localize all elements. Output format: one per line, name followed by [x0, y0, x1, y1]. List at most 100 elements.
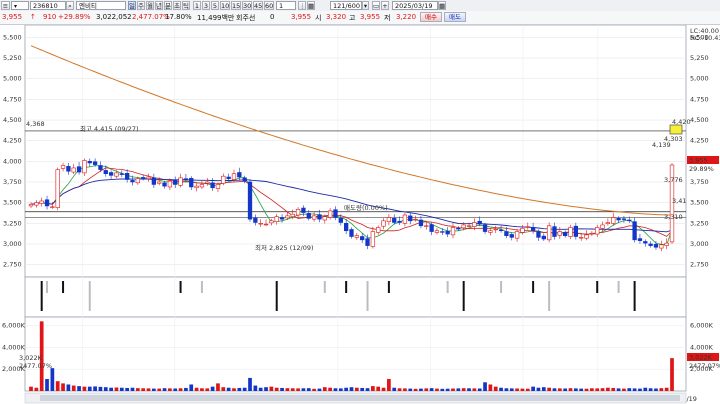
candle-body	[493, 228, 498, 231]
volume-bar	[168, 388, 172, 391]
buy-button[interactable]: 매수	[420, 12, 442, 22]
sell-button[interactable]: 매도	[444, 12, 466, 22]
price-tick-left: 3,750	[3, 178, 22, 186]
candle-body	[263, 223, 269, 226]
volume-bar	[638, 388, 642, 391]
candle-body	[472, 222, 477, 227]
options-icon[interactable]: ⋮	[298, 1, 306, 10]
price-tick-left: 5,250	[3, 54, 22, 62]
candle-body	[162, 182, 167, 187]
signal-bar	[179, 281, 182, 293]
volume-bar	[451, 388, 455, 391]
volume-bar	[499, 387, 503, 391]
tab-second[interactable]: 초	[173, 1, 181, 10]
signal-bar	[40, 281, 43, 311]
calendar-icon[interactable]: ▦	[438, 1, 446, 10]
signal-bar	[500, 281, 503, 293]
interval-5[interactable]: 5	[211, 1, 219, 10]
price-axis-left: 5,500 5,250 5,000 4,750 4,500 4,250 4,000 3,750…	[3, 33, 22, 268]
candle-body	[370, 231, 376, 247]
zoom-icon[interactable]: ▭	[372, 1, 380, 10]
candle-body	[226, 176, 231, 179]
candle-body	[621, 218, 627, 220]
candle-body	[498, 229, 504, 232]
volume-bar	[285, 388, 290, 391]
volume-bar	[563, 388, 568, 391]
candle-body	[408, 215, 413, 222]
volume-bar	[322, 387, 327, 391]
volume-bar	[146, 388, 151, 391]
signal-bar	[366, 281, 369, 311]
stock-code-input[interactable]: 236810	[30, 1, 66, 10]
candle-body	[55, 169, 60, 208]
display-icon[interactable]: ▦	[307, 1, 315, 10]
signal-bar	[200, 281, 203, 293]
search-icon[interactable]: ⌕	[66, 1, 74, 10]
candle-body	[648, 243, 653, 246]
candle-body	[381, 220, 386, 227]
volume-value: 3,022,052	[96, 13, 132, 21]
interval-custom-input[interactable]: 1	[276, 1, 296, 10]
volume-bar	[659, 388, 664, 391]
volume-bar	[627, 388, 632, 391]
volume-bar	[515, 388, 519, 391]
tab-minute[interactable]: 분	[164, 1, 172, 10]
count-spin-icon[interactable]: ▾	[362, 1, 369, 10]
candle-body	[424, 225, 429, 227]
interval-3[interactable]: 3	[202, 1, 210, 10]
volume-bar	[269, 386, 274, 391]
stock-chart[interactable]: 5,500 5,250 5,000 4,750 4,500 4,250 4,000 3,750…	[0, 25, 720, 404]
tab-month[interactable]: 월	[146, 1, 154, 10]
tab-week[interactable]: 주	[137, 1, 145, 10]
candle-body	[290, 213, 295, 217]
signal-bar	[548, 281, 551, 311]
interval-30[interactable]: 30	[242, 1, 252, 10]
price-tick-left: 3,000	[3, 240, 22, 248]
candle-body	[344, 222, 349, 232]
interval-1[interactable]: 1	[193, 1, 201, 10]
volume-bar	[371, 386, 375, 391]
date-field[interactable]: 2025/03/19	[392, 1, 438, 10]
current-price: 3,955	[2, 13, 23, 21]
tab-day[interactable]: 일	[128, 1, 136, 10]
scrollbar-thumb[interactable]	[40, 395, 680, 401]
candle-body	[167, 180, 173, 188]
volume-bar	[354, 387, 359, 391]
highlight-marker[interactable]	[669, 124, 683, 135]
menu-icon[interactable]: ≡	[1, 1, 10, 10]
candle-body	[50, 206, 55, 208]
market-select[interactable]: ▾	[11, 1, 29, 10]
candle-body	[247, 181, 253, 220]
volume-bar	[93, 386, 97, 391]
data-count-field[interactable]: 121/600	[330, 1, 362, 10]
volume-bar	[648, 388, 653, 391]
interval-45[interactable]: 45	[253, 1, 263, 10]
volume-bar	[493, 386, 498, 391]
volume-bar	[509, 388, 514, 391]
volume-bar	[296, 388, 300, 391]
interval-60[interactable]: 60	[264, 1, 274, 10]
candle-body	[450, 227, 456, 236]
interval-15[interactable]: 15	[231, 1, 241, 10]
volume-bar	[162, 388, 167, 391]
stock-name-field: 엔비티	[76, 1, 126, 10]
volume-bar	[173, 388, 178, 391]
volume-bar	[50, 368, 55, 391]
candle-body	[488, 230, 493, 233]
candle-body	[306, 213, 311, 219]
price-tick-left: 3,500	[3, 199, 22, 207]
mid-annotation: 매도량(0.00%)	[344, 204, 388, 212]
candle-body	[557, 231, 562, 236]
candle-body	[664, 242, 669, 246]
low-annotation: 최저 2,825 (12/09)	[255, 243, 314, 252]
candle-body	[151, 177, 157, 185]
tab-year[interactable]: 년	[155, 1, 163, 10]
interval-10[interactable]: 10	[220, 1, 230, 10]
volume-panel	[24, 316, 687, 392]
candle-body	[210, 182, 215, 189]
candle-body	[354, 235, 359, 238]
volume-tick-right: 4,000K	[690, 343, 714, 351]
volume-bar	[317, 388, 322, 391]
tab-tick[interactable]: 틱	[182, 1, 190, 10]
crosshair-icon[interactable]: +	[381, 1, 389, 10]
